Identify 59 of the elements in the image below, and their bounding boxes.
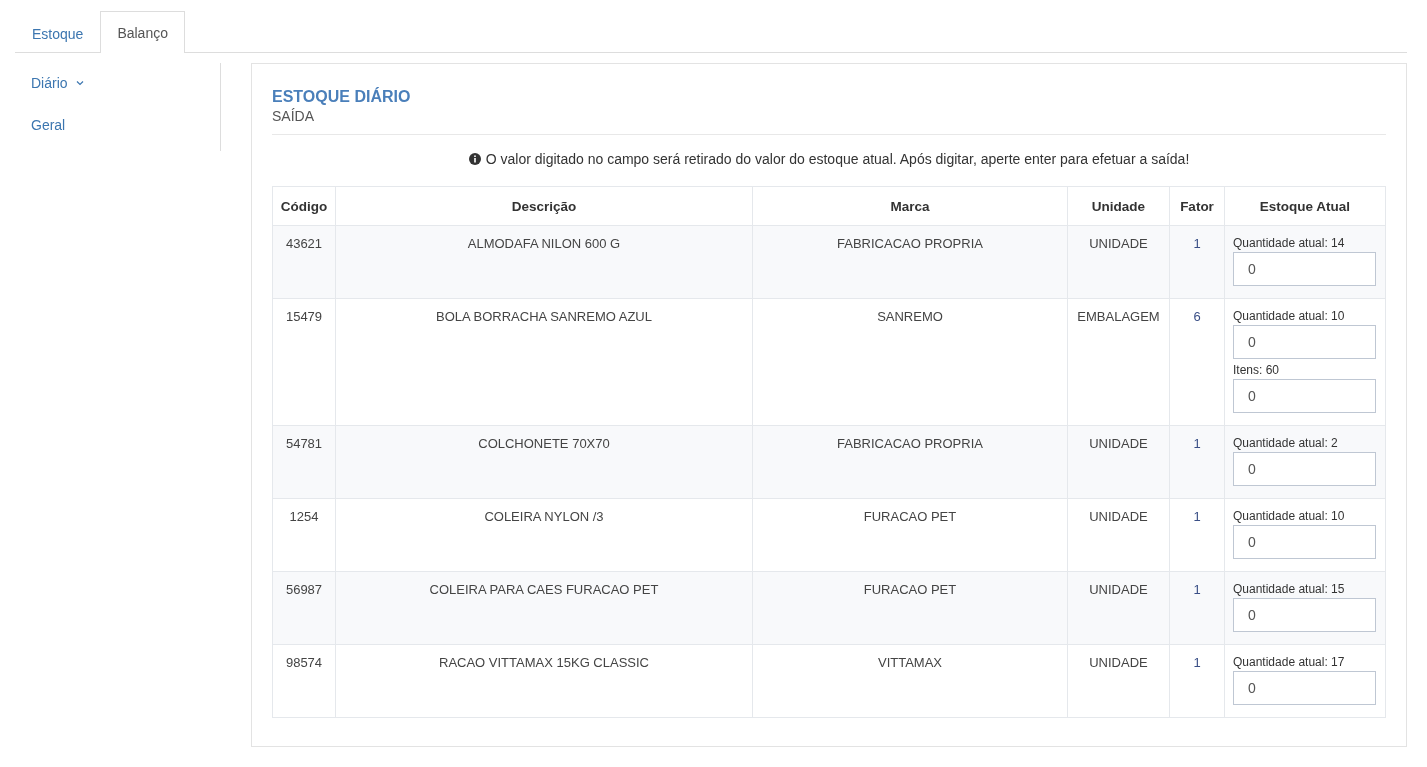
quantity-input[interactable]: 0 xyxy=(1233,252,1376,286)
column-header: Unidade xyxy=(1067,186,1170,226)
quantity-input[interactable]: 0 xyxy=(1233,598,1376,632)
table-cell: 1 xyxy=(1169,571,1225,645)
table-cell: UNIDADE xyxy=(1067,571,1170,645)
table-cell: 56987 xyxy=(272,571,336,645)
table-cell: 1 xyxy=(1169,644,1225,718)
table-cell: SANREMO xyxy=(752,298,1068,426)
field-label: Quantidade atual: 2 xyxy=(1233,436,1339,450)
table-cell: ALMODAFA NILON 600 G xyxy=(335,225,753,299)
table-cell: 1254 xyxy=(272,498,336,572)
column-header: Código xyxy=(272,186,336,226)
sidebar-item[interactable]: Diário xyxy=(31,75,84,91)
info-icon xyxy=(468,153,481,165)
quantity-input[interactable]: 0 xyxy=(1233,379,1376,413)
table-cell: 6 xyxy=(1169,298,1225,426)
panel-subtitle: SAÍDA xyxy=(272,108,315,124)
column-header: Fator xyxy=(1169,186,1225,226)
table-cell: 1 xyxy=(1169,498,1225,572)
table-cell: FABRICACAO PROPRIA xyxy=(752,425,1068,499)
table-cell: EMBALAGEM xyxy=(1067,298,1170,426)
table-cell: 43621 xyxy=(272,225,336,299)
sidebar-item[interactable]: Geral xyxy=(31,117,66,133)
tab[interactable]: Balanço xyxy=(100,11,185,53)
table-cell: 98574 xyxy=(272,644,336,718)
table-cell: FABRICACAO PROPRIA xyxy=(752,225,1068,299)
table-cell: 1 xyxy=(1169,225,1225,299)
notice-text: O valor digitado no campo será retirado do valor do estoque atual. Após digitar, aperte enter para efetuar a saída! xyxy=(485,151,1190,167)
table-cell: UNIDADE xyxy=(1067,425,1170,499)
quantity-input[interactable]: 0 xyxy=(1233,325,1376,359)
field-label: Quantidade atual: 15 xyxy=(1233,582,1346,596)
column-header: Marca xyxy=(752,186,1068,226)
table-cell: UNIDADE xyxy=(1067,498,1170,572)
quantity-input[interactable]: 0 xyxy=(1233,525,1376,559)
panel-title: ESTOQUE DIÁRIO xyxy=(272,88,412,106)
field-label: Quantidade atual: 10 xyxy=(1233,309,1346,323)
table-cell: COLEIRA NYLON /3 xyxy=(335,498,753,572)
table-cell: 1 xyxy=(1169,425,1225,499)
table-cell: BOLA BORRACHA SANREMO AZUL xyxy=(335,298,753,426)
table-cell: FURACAO PET xyxy=(752,571,1068,645)
field-label: Quantidade atual: 17 xyxy=(1233,655,1346,669)
table-cell: 15479 xyxy=(272,298,336,426)
field-label: Quantidade atual: 14 xyxy=(1233,236,1346,250)
column-header: Estoque Atual xyxy=(1224,186,1386,226)
table-cell: RACAO VITTAMAX 15KG CLASSIC xyxy=(335,644,753,718)
table-cell: FURACAO PET xyxy=(752,498,1068,572)
table-cell: COLCHONETE 70X70 xyxy=(335,425,753,499)
table-cell: VITTAMAX xyxy=(752,644,1068,718)
field-label: Itens: 60 xyxy=(1233,363,1281,377)
chevron-down-icon xyxy=(75,80,84,86)
table-cell: COLEIRA PARA CAES FURACAO PET xyxy=(335,571,753,645)
field-label: Quantidade atual: 10 xyxy=(1233,509,1346,523)
table-cell: 54781 xyxy=(272,425,336,499)
table-cell: UNIDADE xyxy=(1067,644,1170,718)
quantity-input[interactable]: 0 xyxy=(1233,452,1376,486)
quantity-input[interactable]: 0 xyxy=(1233,671,1376,705)
column-header: Descrição xyxy=(335,186,753,226)
table-cell: UNIDADE xyxy=(1067,225,1170,299)
tab[interactable]: Estoque xyxy=(15,14,101,53)
